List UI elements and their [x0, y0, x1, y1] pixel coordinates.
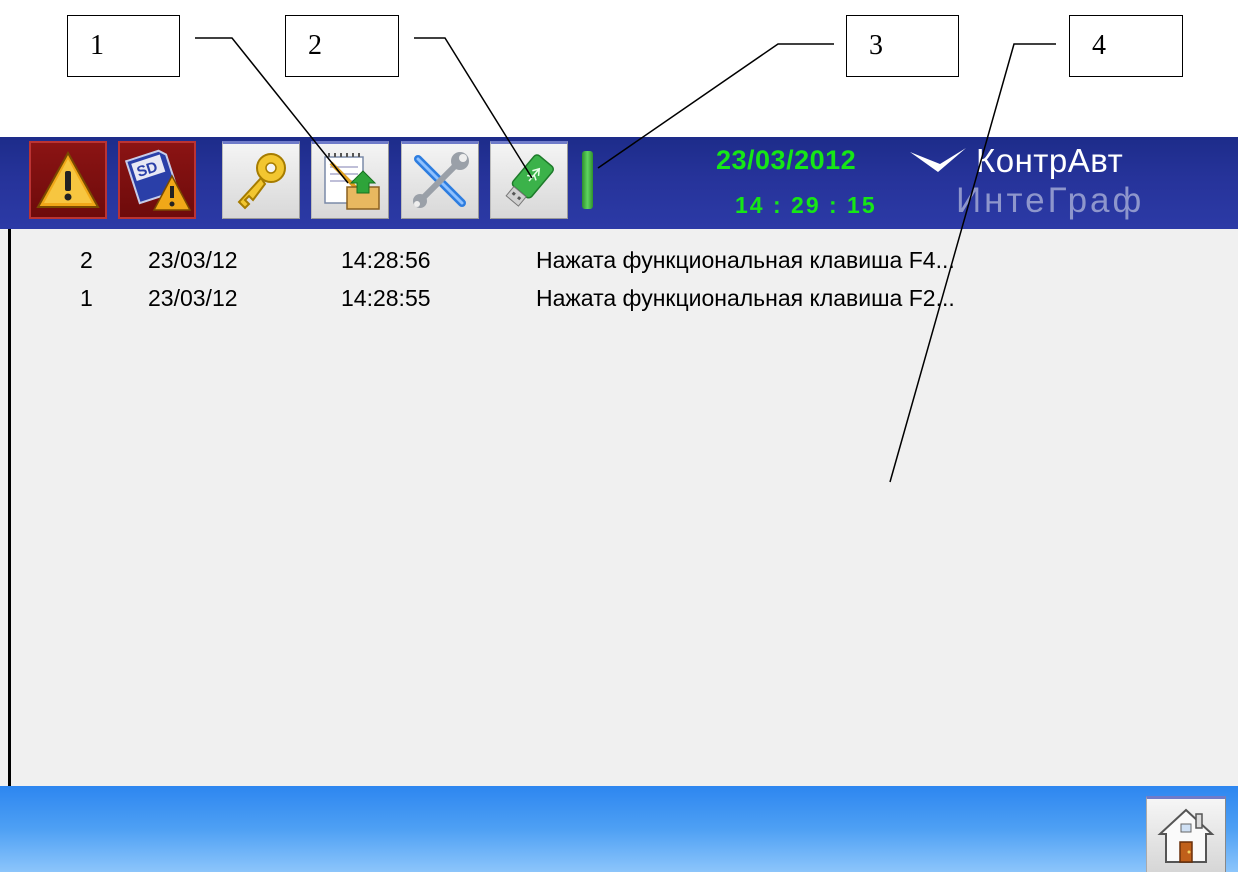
callout-label: 2	[308, 30, 322, 61]
current-time: 14 : 29 : 15	[735, 192, 877, 218]
callout-label: 1	[90, 30, 104, 61]
brand-logo-icon	[910, 148, 966, 172]
sd-card-warning-icon: SD	[124, 149, 192, 211]
log-number: 2	[80, 247, 93, 273]
product-name: ИнтеГраф	[956, 181, 1145, 220]
notepad-export-icon	[324, 153, 380, 210]
callout-4: 4	[1069, 15, 1183, 77]
log-date: 23/03/12	[148, 285, 238, 311]
callout-2: 2	[285, 15, 399, 77]
callout-3: 3	[846, 15, 959, 77]
home-icon	[1157, 808, 1215, 863]
log-time: 14:28:55	[341, 285, 431, 311]
log-message: Нажата функциональная клавиша F4...	[536, 247, 955, 273]
log-time: 14:28:56	[341, 247, 431, 273]
log-message: Нажата функциональная клавиша F2...	[536, 285, 955, 311]
access-key-button[interactable]	[222, 141, 300, 219]
sd-card-alarm-button[interactable]: SD	[118, 141, 196, 219]
brand-logo: КонтрАвт	[908, 141, 1123, 181]
current-date: 23/03/2012	[716, 145, 857, 175]
key-icon	[237, 153, 286, 210]
log-number: 1	[80, 285, 93, 311]
settings-button[interactable]	[401, 141, 479, 219]
top-toolbar: SD 23/03/2012 14: 29: 15 КонтрАвт Инте…	[0, 137, 1238, 229]
usb-drive-icon	[505, 154, 555, 207]
home-button[interactable]	[1146, 796, 1226, 872]
callout-label: 4	[1092, 30, 1106, 61]
status-indicator	[582, 151, 593, 209]
export-log-button[interactable]	[311, 141, 389, 219]
tools-icon	[413, 152, 469, 208]
alarm-warning-icon	[36, 150, 100, 208]
callout-label: 3	[869, 30, 883, 61]
alarm-button[interactable]	[29, 141, 107, 219]
brand-name: КонтрАвт	[976, 142, 1124, 179]
callout-1: 1	[67, 15, 180, 77]
log-row[interactable]: 2 23/03/12 14:28:56 Нажата функциональна…	[0, 247, 1238, 281]
log-date: 23/03/12	[148, 247, 238, 273]
log-row[interactable]: 1 23/03/12 14:28:55 Нажата функциональна…	[0, 285, 1238, 319]
usb-button[interactable]	[490, 141, 568, 219]
bottom-bar	[0, 786, 1238, 872]
event-log: 2 23/03/12 14:28:56 Нажата функциональна…	[0, 229, 1238, 786]
